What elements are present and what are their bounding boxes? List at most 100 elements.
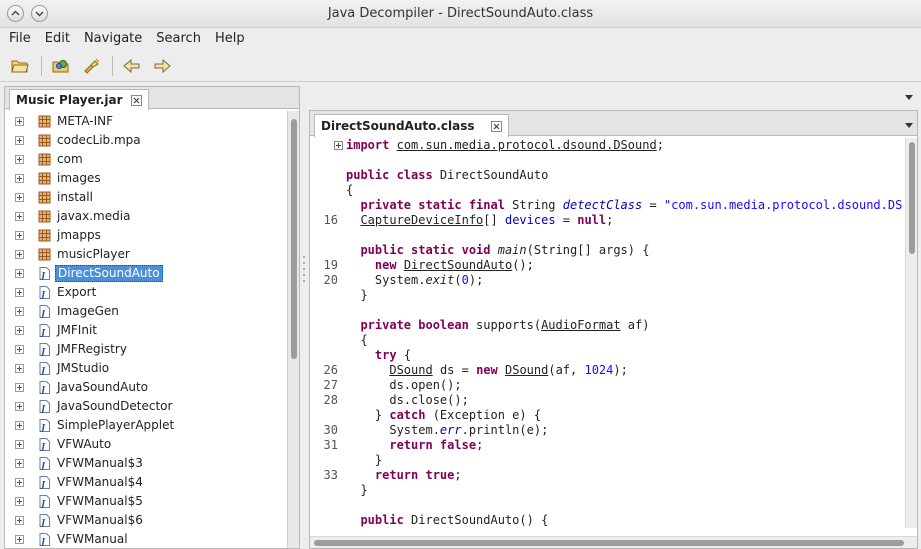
expand-toggle-icon[interactable]: [15, 136, 24, 145]
tree-node-label[interactable]: JMStudio: [55, 360, 111, 377]
tree-node[interactable]: images: [5, 169, 287, 188]
tree-node-label[interactable]: JMFRegistry: [55, 341, 129, 358]
tree-node-label[interactable]: VFWManual: [55, 531, 130, 548]
expand-toggle-icon[interactable]: [15, 497, 24, 506]
tree-node[interactable]: jmapps: [5, 226, 287, 245]
left-tab-list-dropdown-icon[interactable]: [905, 95, 913, 100]
tree-node[interactable]: codecLib.mpa: [5, 131, 287, 150]
tab-music-player-jar[interactable]: Music Player.jar: [9, 89, 149, 110]
tab-label: Music Player.jar: [16, 93, 123, 107]
expand-toggle-icon[interactable]: [15, 535, 24, 544]
tree-node-label[interactable]: META-INF: [55, 113, 115, 130]
editor-horizontal-scrollbar[interactable]: [310, 536, 917, 548]
expand-toggle-icon[interactable]: [15, 231, 24, 240]
tree-node-label[interactable]: JavaSoundAuto: [55, 379, 150, 396]
expand-toggle-icon[interactable]: [15, 421, 24, 430]
tree-node[interactable]: musicPlayer: [5, 245, 287, 264]
menu-navigate[interactable]: Navigate: [77, 28, 149, 50]
tree-node[interactable]: J VFWManual$6: [5, 511, 287, 530]
expand-toggle-icon[interactable]: [15, 516, 24, 525]
type-hierarchy-button[interactable]: [77, 53, 105, 79]
tree-node-label[interactable]: JMFInit: [55, 322, 99, 339]
expand-toggle-icon[interactable]: [15, 174, 24, 183]
expand-toggle-icon[interactable]: [15, 269, 24, 278]
menu-edit[interactable]: Edit: [38, 28, 77, 50]
expand-toggle-icon[interactable]: [15, 345, 24, 354]
tree-node-label[interactable]: javax.media: [55, 208, 132, 225]
tree-node[interactable]: J ImageGen: [5, 302, 287, 321]
tree-node-label[interactable]: Export: [55, 284, 98, 301]
tab-directsoundauto-class[interactable]: DirectSoundAuto.class: [314, 114, 509, 137]
tree-node-label[interactable]: SimplePlayerApplet: [55, 417, 176, 434]
expand-toggle-icon[interactable]: [15, 307, 24, 316]
expand-toggle-icon[interactable]: [15, 440, 24, 449]
tree-node[interactable]: J JMStudio: [5, 359, 287, 378]
expand-toggle-icon[interactable]: [15, 288, 24, 297]
expand-toggle-icon[interactable]: [15, 326, 24, 335]
expand-toggle-icon[interactable]: [15, 459, 24, 468]
open-file-button[interactable]: [6, 53, 34, 79]
tree-node-label[interactable]: JavaSoundDetector: [55, 398, 174, 415]
tree-node-label[interactable]: com: [55, 151, 85, 168]
tree-node[interactable]: J JMFInit: [5, 321, 287, 340]
tree-node[interactable]: J JMFRegistry: [5, 340, 287, 359]
close-tab-button[interactable]: [490, 120, 502, 132]
tree-node[interactable]: javax.media: [5, 207, 287, 226]
tree-node-label[interactable]: jmapps: [55, 227, 103, 244]
tree-node[interactable]: install: [5, 188, 287, 207]
tree-node-label[interactable]: VFWManual$3: [55, 455, 145, 472]
menu-file[interactable]: File: [2, 28, 38, 50]
arrow-right-icon: [154, 58, 171, 73]
tree-node[interactable]: J JavaSoundAuto: [5, 378, 287, 397]
scrollbar-thumb[interactable]: [909, 142, 915, 254]
expand-toggle-icon[interactable]: [15, 402, 24, 411]
menu-help[interactable]: Help: [208, 28, 252, 50]
tree-node-label[interactable]: VFWManual$4: [55, 474, 145, 491]
pane-splitter[interactable]: [301, 250, 307, 290]
tree-node[interactable]: J Export: [5, 283, 287, 302]
tree-node[interactable]: J DirectSoundAuto: [5, 264, 287, 283]
tree-node-label[interactable]: images: [55, 170, 103, 187]
tree-node-label[interactable]: ImageGen: [55, 303, 121, 320]
tree-node-label[interactable]: VFWManual$5: [55, 493, 145, 510]
expand-toggle-icon[interactable]: [15, 250, 24, 259]
tree-node[interactable]: com: [5, 150, 287, 169]
tree-node[interactable]: J VFWManual$3: [5, 454, 287, 473]
scrollbar-thumb[interactable]: [314, 540, 904, 546]
tree-node-label[interactable]: install: [55, 189, 95, 206]
scrollbar-thumb[interactable]: [291, 119, 297, 359]
forward-button[interactable]: [148, 53, 176, 79]
back-button[interactable]: [118, 53, 146, 79]
tree-node-label[interactable]: VFWAuto: [55, 436, 113, 453]
tree-node-label[interactable]: codecLib.mpa: [55, 132, 143, 149]
expand-toggle-icon[interactable]: [15, 155, 24, 164]
tree-scrollbar[interactable]: [287, 111, 299, 548]
editor-vertical-scrollbar[interactable]: [905, 138, 917, 528]
expand-toggle-icon[interactable]: [15, 193, 24, 202]
expand-toggle-icon[interactable]: [15, 212, 24, 221]
tree-node[interactable]: J VFWAuto: [5, 435, 287, 454]
toolbar: [0, 50, 921, 82]
expand-toggle-icon[interactable]: [15, 117, 24, 126]
fold-toggle-icon[interactable]: [334, 141, 343, 150]
tree-node[interactable]: J JavaSoundDetector: [5, 397, 287, 416]
package-icon: [38, 172, 51, 185]
tree-node[interactable]: J SimplePlayerApplet: [5, 416, 287, 435]
menu-search[interactable]: Search: [149, 28, 208, 50]
tree-node-label[interactable]: musicPlayer: [55, 246, 132, 263]
source-code-view[interactable]: import com.sun.media.protocol.dsound.DSo…: [346, 138, 902, 528]
close-tab-button[interactable]: [130, 94, 142, 106]
tree-node-label[interactable]: DirectSoundAuto: [55, 265, 163, 282]
open-type-button[interactable]: [47, 53, 75, 79]
tree-node[interactable]: J VFWManual: [5, 530, 287, 548]
expand-toggle-icon[interactable]: [15, 478, 24, 487]
tree-node[interactable]: J VFWManual$5: [5, 492, 287, 511]
tree-node-label[interactable]: VFWManual$6: [55, 512, 145, 529]
tree-node[interactable]: J VFWManual$4: [5, 473, 287, 492]
expand-toggle-icon[interactable]: [15, 383, 24, 392]
editor-tab-list-dropdown-icon[interactable]: [905, 123, 913, 128]
expand-toggle-icon[interactable]: [15, 364, 24, 373]
class-file-icon: J: [38, 476, 51, 489]
tree-node[interactable]: META-INF: [5, 112, 287, 131]
